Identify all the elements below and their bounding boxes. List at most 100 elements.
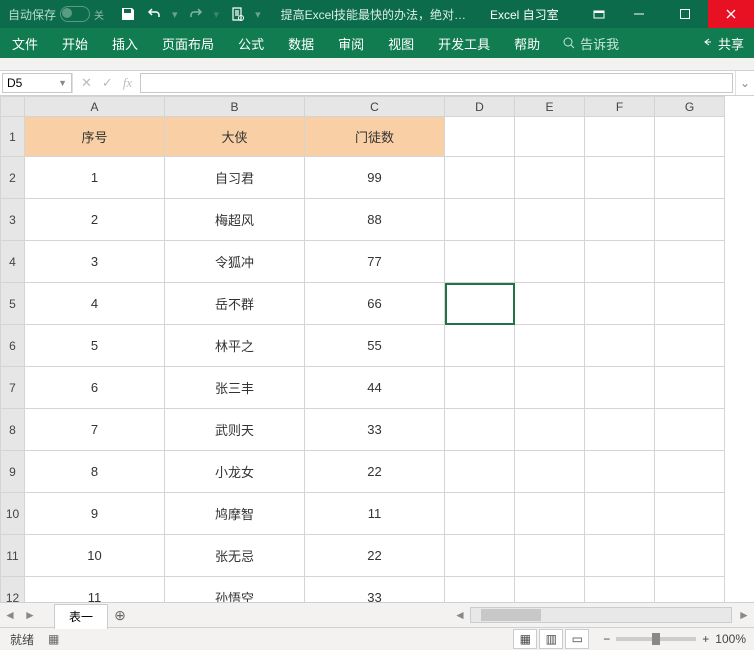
row-header[interactable]: 6 <box>1 325 25 367</box>
enter-formula-icon[interactable]: ✓ <box>102 75 113 91</box>
row-header[interactable]: 9 <box>1 451 25 493</box>
sheet-nav-prev-icon[interactable]: ◄ <box>0 608 20 622</box>
tab-review[interactable]: 审阅 <box>326 28 376 58</box>
dropdown-icon[interactable]: ▾ <box>172 8 178 21</box>
cell[interactable] <box>515 117 585 157</box>
cell[interactable]: 孙悟空 <box>165 577 305 603</box>
cell[interactable]: 3 <box>25 241 165 283</box>
cell[interactable] <box>445 577 515 603</box>
cell[interactable]: 2 <box>25 199 165 241</box>
cell[interactable]: 22 <box>305 451 445 493</box>
scrollbar-thumb[interactable] <box>481 609 541 621</box>
cell[interactable] <box>445 535 515 577</box>
cell[interactable]: 8 <box>25 451 165 493</box>
row-header[interactable]: 5 <box>1 283 25 325</box>
redo-icon[interactable] <box>188 6 204 22</box>
cell[interactable] <box>585 367 655 409</box>
share-button[interactable]: 共享 <box>690 34 754 53</box>
cell[interactable] <box>515 409 585 451</box>
zoom-in-icon[interactable]: + <box>702 632 709 646</box>
cell[interactable]: 梅超风 <box>165 199 305 241</box>
page-break-view-icon[interactable]: ▭ <box>565 629 589 649</box>
cell[interactable] <box>445 493 515 535</box>
select-all-corner[interactable] <box>1 97 25 117</box>
name-box[interactable]: D5 ▼ <box>2 73 72 93</box>
close-icon[interactable] <box>708 0 754 28</box>
cell[interactable]: 6 <box>25 367 165 409</box>
cell[interactable]: 33 <box>305 409 445 451</box>
cell[interactable]: 张三丰 <box>165 367 305 409</box>
cell[interactable]: 鸠摩智 <box>165 493 305 535</box>
zoom-out-icon[interactable]: − <box>603 632 610 646</box>
col-header-d[interactable]: D <box>445 97 515 117</box>
cell[interactable] <box>585 577 655 603</box>
cell[interactable] <box>655 451 725 493</box>
new-sheet-icon[interactable]: ⊕ <box>108 607 132 624</box>
save-icon[interactable] <box>120 6 136 22</box>
cell[interactable] <box>445 117 515 157</box>
cell[interactable] <box>515 325 585 367</box>
cell[interactable] <box>655 325 725 367</box>
cell[interactable] <box>655 409 725 451</box>
ribbon-display-icon[interactable] <box>582 0 616 28</box>
tab-home[interactable]: 开始 <box>50 28 100 58</box>
cell[interactable]: 11 <box>305 493 445 535</box>
cell[interactable]: 7 <box>25 409 165 451</box>
tab-developer[interactable]: 开发工具 <box>426 28 502 58</box>
col-header-b[interactable]: B <box>165 97 305 117</box>
cell[interactable] <box>655 117 725 157</box>
hscroll-right-icon[interactable]: ► <box>734 608 754 622</box>
tab-insert[interactable]: 插入 <box>100 28 150 58</box>
cell[interactable] <box>515 157 585 199</box>
cell[interactable]: 5 <box>25 325 165 367</box>
cell[interactable] <box>445 157 515 199</box>
cell[interactable] <box>655 367 725 409</box>
spreadsheet-grid[interactable]: A B C D E F G 1序号大侠门徒数21自习君9932梅超风8843令狐… <box>0 96 754 602</box>
cell[interactable]: 门徒数 <box>305 117 445 157</box>
row-header[interactable]: 11 <box>1 535 25 577</box>
tab-data[interactable]: 数据 <box>276 28 326 58</box>
cell[interactable]: 小龙女 <box>165 451 305 493</box>
cell[interactable] <box>515 577 585 603</box>
cell[interactable] <box>515 199 585 241</box>
cell[interactable] <box>585 157 655 199</box>
cell[interactable] <box>445 409 515 451</box>
cell[interactable]: 岳不群 <box>165 283 305 325</box>
cell[interactable]: 11 <box>25 577 165 603</box>
print-preview-icon[interactable] <box>229 6 245 22</box>
cell[interactable] <box>445 241 515 283</box>
cell[interactable] <box>515 493 585 535</box>
row-header[interactable]: 8 <box>1 409 25 451</box>
cell[interactable]: 88 <box>305 199 445 241</box>
dropdown-icon[interactable]: ▼ <box>58 78 67 88</box>
cell[interactable] <box>655 577 725 603</box>
minimize-icon[interactable] <box>616 0 662 28</box>
normal-view-icon[interactable]: ▦ <box>513 629 537 649</box>
maximize-icon[interactable] <box>662 0 708 28</box>
tab-formulas[interactable]: 公式 <box>226 28 276 58</box>
cell[interactable] <box>585 493 655 535</box>
insert-function-icon[interactable]: fx <box>123 75 132 91</box>
sheet-tab[interactable]: 表一 <box>54 604 108 629</box>
row-header[interactable]: 4 <box>1 241 25 283</box>
cell[interactable] <box>445 451 515 493</box>
col-header-f[interactable]: F <box>585 97 655 117</box>
row-header[interactable]: 1 <box>1 117 25 157</box>
row-header[interactable]: 12 <box>1 577 25 603</box>
dropdown-icon[interactable]: ▾ <box>214 8 220 21</box>
cell[interactable]: 66 <box>305 283 445 325</box>
zoom-slider[interactable] <box>616 637 696 641</box>
qat-customize-icon[interactable]: ▾ <box>255 8 261 21</box>
sheet-nav-next-icon[interactable]: ► <box>20 608 40 622</box>
cell[interactable] <box>585 241 655 283</box>
cell[interactable]: 44 <box>305 367 445 409</box>
cell[interactable] <box>585 199 655 241</box>
expand-formula-bar-icon[interactable]: ⌄ <box>735 71 754 95</box>
cell[interactable]: 99 <box>305 157 445 199</box>
cell[interactable] <box>585 117 655 157</box>
cell[interactable] <box>445 325 515 367</box>
cell[interactable] <box>515 241 585 283</box>
cell[interactable] <box>655 535 725 577</box>
undo-icon[interactable] <box>146 6 162 22</box>
cell[interactable]: 序号 <box>25 117 165 157</box>
